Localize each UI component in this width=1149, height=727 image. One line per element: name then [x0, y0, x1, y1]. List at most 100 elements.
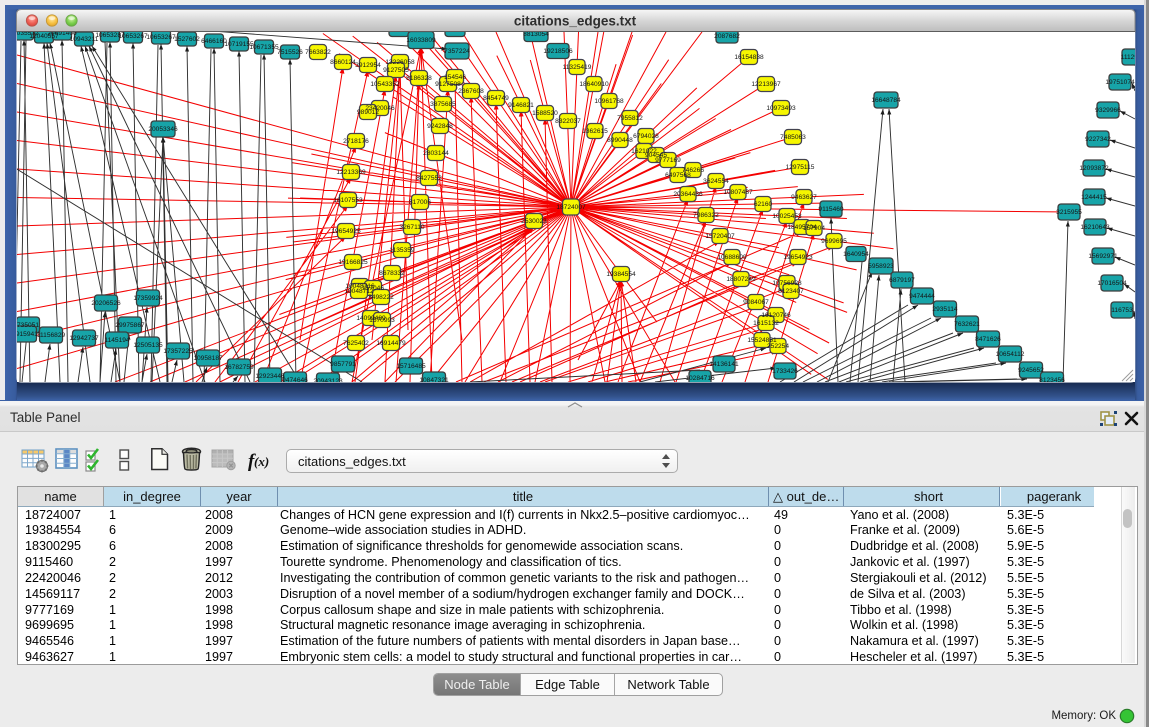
svg-text:1244415: 1244415: [1081, 194, 1107, 201]
svg-text:10807487: 10807487: [723, 189, 753, 196]
svg-text:12923446: 12923446: [255, 373, 285, 380]
svg-text:19654923: 19654923: [783, 254, 813, 261]
svg-text:10654112: 10654112: [996, 351, 1025, 358]
svg-text:7663822: 7663822: [305, 49, 331, 56]
svg-text:10688609: 10688609: [717, 254, 747, 261]
svg-text:7515526: 7515526: [277, 49, 303, 56]
svg-text:16033809: 16033809: [406, 37, 436, 44]
svg-text:18807249: 18807249: [726, 276, 756, 283]
svg-text:8660124: 8660124: [330, 59, 356, 66]
svg-text:20364436: 20364436: [673, 191, 703, 198]
svg-text:7632621: 7632621: [954, 321, 980, 328]
svg-text:12975115: 12975115: [786, 164, 815, 171]
svg-text:157904: 157904: [803, 225, 825, 232]
svg-text:9227342: 9227342: [1085, 136, 1111, 143]
svg-text:1615132: 1615132: [753, 320, 779, 327]
svg-text:2087682: 2087682: [714, 33, 740, 40]
svg-text:3215955: 3215955: [1056, 209, 1082, 216]
svg-text:29975867: 29975867: [115, 322, 145, 329]
svg-text:11156829: 11156829: [37, 332, 66, 339]
svg-text:9127508: 9127508: [435, 81, 461, 88]
svg-text:2803144: 2803144: [423, 150, 449, 157]
svg-text:2367608: 2367608: [458, 88, 484, 95]
svg-text:14136141: 14136141: [709, 361, 739, 368]
svg-text:18640910: 18640910: [579, 81, 609, 88]
svg-text:16120746: 16120746: [761, 312, 791, 319]
svg-text:10543352: 10543352: [370, 81, 400, 88]
svg-text:9329966: 9329966: [1095, 107, 1121, 114]
svg-text:3498222: 3498222: [368, 294, 394, 301]
svg-text:252254: 252254: [767, 343, 789, 350]
svg-text:6466160: 6466160: [201, 38, 227, 45]
svg-text:20053346: 20053346: [148, 126, 178, 133]
svg-text:2530023: 2530023: [521, 218, 547, 225]
svg-text:19218506: 19218506: [543, 48, 573, 55]
svg-text:11325419: 11325419: [563, 64, 592, 71]
svg-text:15720407: 15720407: [705, 233, 735, 240]
svg-text:7357224: 7357224: [444, 48, 470, 55]
svg-text:8454749: 8454749: [483, 95, 509, 102]
svg-text:19166825: 19166825: [338, 259, 368, 266]
svg-text:10973493: 10973493: [766, 105, 796, 112]
svg-text:12213967: 12213967: [751, 81, 781, 88]
svg-text:8813054: 8813054: [523, 31, 549, 38]
svg-text:817006: 817006: [409, 199, 431, 206]
svg-text:10958187: 10958187: [193, 355, 223, 362]
svg-text:1570993: 1570993: [369, 317, 395, 324]
svg-text:7986322: 7986322: [693, 212, 719, 219]
svg-text:3912954: 3912954: [355, 62, 381, 69]
svg-text:7485063: 7485063: [780, 134, 806, 141]
svg-text:citations_edges.txt: citations_edges.txt: [514, 14, 637, 29]
svg-text:16154838: 16154838: [734, 54, 764, 61]
svg-text:8678332: 8678332: [379, 270, 405, 277]
svg-text:9245652: 9245652: [1018, 367, 1044, 374]
svg-text:1527602: 1527602: [174, 36, 200, 43]
svg-text:62160: 62160: [754, 201, 773, 208]
svg-text:(x): (x): [254, 454, 269, 469]
svg-text:19751074: 19751074: [1105, 79, 1135, 86]
svg-text:3267110: 3267110: [399, 224, 425, 231]
svg-text:17359924: 17359924: [133, 295, 163, 302]
svg-text:9857791: 9857791: [330, 361, 356, 368]
svg-text:9777169: 9777169: [655, 157, 681, 164]
svg-text:9084067: 9084067: [743, 299, 769, 306]
svg-text:9474444: 9474444: [909, 293, 935, 300]
svg-text:154546: 154546: [444, 74, 466, 81]
svg-text:1640954: 1640954: [843, 251, 869, 258]
svg-text:8427552: 8427552: [416, 175, 442, 182]
svg-text:10671355: 10671355: [249, 44, 279, 51]
svg-text:8471626: 8471626: [975, 336, 1001, 343]
svg-text:116753: 116753: [1111, 307, 1133, 314]
svg-text:8123407: 8123407: [778, 288, 804, 295]
svg-text:16107553: 16107553: [333, 197, 363, 204]
svg-text:15716485: 15716485: [396, 363, 426, 370]
svg-text:8186328: 8186328: [406, 75, 432, 82]
svg-text:1362615: 1362615: [582, 128, 608, 135]
svg-text:746266: 746266: [682, 167, 704, 174]
svg-text:9242848: 9242848: [427, 123, 453, 130]
svg-text:10756928: 10756928: [772, 280, 802, 287]
svg-text:7955812: 7955812: [617, 115, 643, 122]
svg-text:16914479: 16914479: [376, 340, 406, 347]
svg-text:1733426: 1733426: [772, 368, 798, 375]
svg-text:9146821: 9146821: [508, 102, 534, 109]
svg-text:16782759: 16782759: [224, 364, 254, 371]
svg-text:2935114: 2935114: [932, 306, 958, 313]
svg-text:5958923: 5958923: [868, 263, 894, 270]
svg-text:9115460: 9115460: [818, 206, 844, 213]
svg-text:17016504: 17016504: [1097, 280, 1127, 287]
svg-text:989012: 989012: [357, 109, 379, 116]
svg-text:9463627: 9463627: [791, 194, 817, 201]
svg-text:10961768: 10961768: [594, 98, 624, 105]
svg-text:12093872: 12093872: [1079, 165, 1109, 172]
svg-text:10284716: 10284716: [685, 375, 715, 382]
svg-text:15692971: 15692971: [1088, 253, 1118, 260]
svg-text:20206526: 20206526: [91, 300, 121, 307]
svg-text:7625402: 7625402: [343, 340, 369, 347]
svg-text:13226058: 13226058: [385, 59, 415, 66]
svg-text:10653267: 10653267: [118, 33, 148, 40]
svg-text:10025453: 10025453: [772, 213, 802, 220]
svg-text:1135359: 1135359: [389, 247, 415, 254]
svg-text:1145194: 1145194: [104, 337, 130, 344]
svg-text:18724007: 18724007: [556, 204, 586, 211]
